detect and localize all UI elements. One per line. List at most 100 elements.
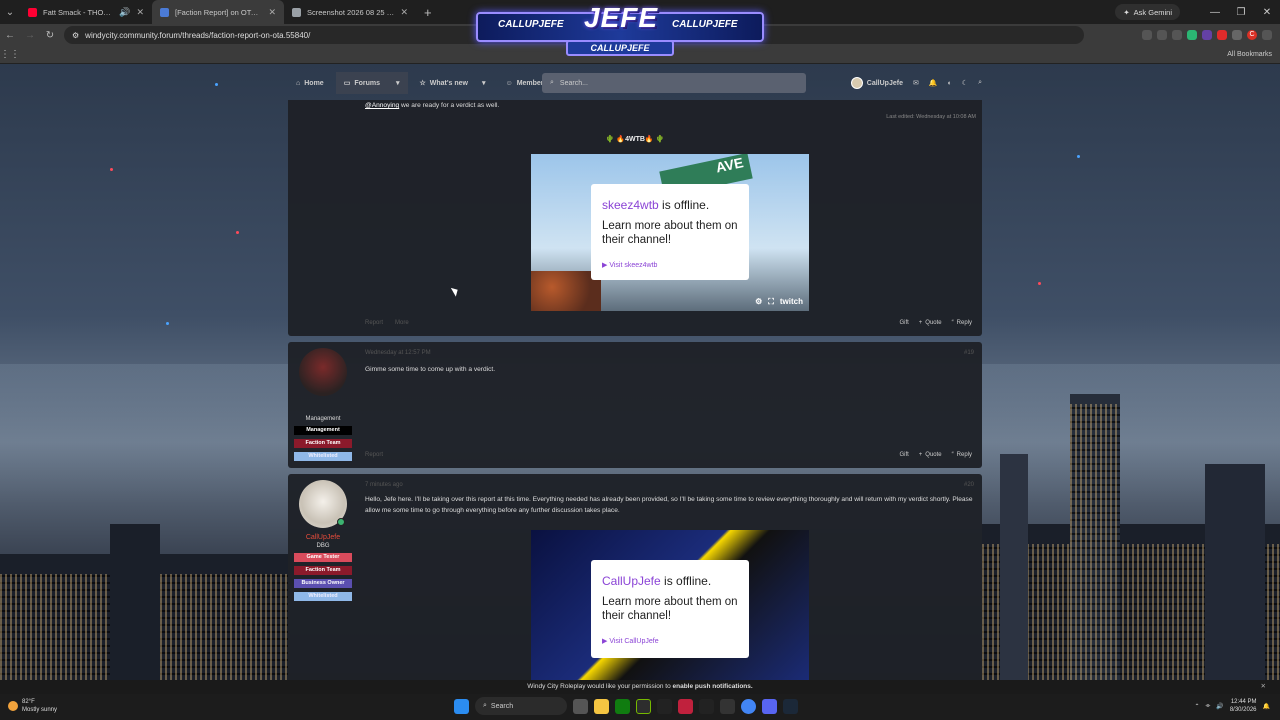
visit-channel-link[interactable]: ▶ Visit CallUpJefe (602, 637, 738, 645)
zenless-icon[interactable] (678, 698, 693, 714)
forum-search-input[interactable]: ⌕ Search... (542, 73, 806, 93)
restore-icon[interactable]: ❐ (1228, 7, 1254, 18)
bookmark-star-icon[interactable] (1172, 30, 1182, 40)
windows-start-icon[interactable] (454, 698, 469, 714)
post-2-date[interactable]: Wednesday at 12:57 PM (365, 350, 431, 356)
close-tab-icon[interactable]: ✕ (400, 7, 408, 18)
zoom-icon[interactable] (1142, 30, 1152, 40)
extension-green-icon[interactable] (1187, 30, 1197, 40)
extension-icons: C (1142, 24, 1280, 46)
taskbar-clock[interactable]: 12:44 PM 8/30/2026 (1230, 698, 1257, 714)
twitch-embed-skeez4wtb[interactable]: AVE skeez4wtb is offline. Learn more abo… (531, 154, 809, 311)
offline-status: is offline. (658, 198, 710, 212)
taskbar-search[interactable]: ⌕ Search (475, 697, 567, 715)
speaker-icon[interactable]: 🔊 (119, 7, 130, 18)
tab-youtube[interactable]: Fatt Smack - THOMASVILLE 🔊 ✕ (20, 0, 152, 24)
obs-icon[interactable] (720, 698, 735, 714)
twitch-logo[interactable]: twitch (780, 297, 803, 307)
post-3-date[interactable]: 7 minutes ago (365, 482, 403, 488)
offline-status: is offline. (660, 574, 712, 588)
chevron-down-icon[interactable]: ▾ (482, 79, 486, 87)
back-icon[interactable]: ← (0, 30, 20, 41)
reply-icon: “ (951, 320, 954, 326)
tab-search-icon[interactable]: ⌄ (0, 7, 20, 18)
tab-screenshot[interactable]: Screenshot 2026 08 25 100543 ✕ (284, 0, 416, 24)
nav-whats-new[interactable]: ☆ What's new ▾ (412, 72, 494, 94)
gift-label: Gift (899, 320, 909, 326)
chevron-down-icon[interactable]: ▾ (396, 79, 400, 87)
style-toggle-icon[interactable]: ◐ (948, 80, 952, 87)
mention-link[interactable]: @Annoying (365, 102, 399, 109)
ask-gemini-button[interactable]: ✦ Ask Gemini (1115, 4, 1180, 20)
window-controls: — ❐ ✕ (1202, 0, 1280, 24)
extensions-puzzle-icon[interactable] (1232, 30, 1242, 40)
search-icon[interactable]: ⌕ (978, 79, 982, 87)
twitch-embed-callupjefe[interactable]: CallUpJefe is offline. Learn more about … (531, 530, 809, 687)
capcut-icon[interactable] (657, 698, 672, 714)
apps-grid-icon[interactable]: ⋮⋮ (0, 49, 20, 60)
weather-widget[interactable]: 82°F Mostly sunny (8, 698, 57, 714)
tab-faction-report[interactable]: [Faction Report] on OTA | Windy City ✕ (152, 0, 284, 24)
reply-button[interactable]: “Reply (952, 320, 972, 326)
fullscreen-icon[interactable]: ⛶ (768, 297, 774, 307)
cast-icon[interactable] (1157, 30, 1167, 40)
new-tab-button[interactable]: + (416, 5, 440, 20)
site-info-icon[interactable]: ⚙ (72, 31, 79, 40)
account-username[interactable]: CallUpJefe (867, 80, 903, 87)
account-avatar[interactable] (850, 77, 863, 89)
more-link[interactable]: More (395, 320, 409, 326)
gift-button[interactable]: Gift (899, 452, 908, 458)
all-bookmarks-button[interactable]: All Bookmarks (1227, 51, 1272, 58)
extension-purple-icon[interactable] (1202, 30, 1212, 40)
settings-icon[interactable]: ⚙ (755, 297, 762, 307)
nav-home[interactable]: ⌂ Home (288, 72, 332, 94)
forward-icon[interactable]: → (20, 30, 40, 41)
menu-icon[interactable] (1262, 30, 1272, 40)
nav-forums[interactable]: ▭ Forums ▾ (335, 72, 408, 94)
user-avatar[interactable] (299, 348, 347, 396)
close-window-icon[interactable]: ✕ (1254, 7, 1280, 18)
steam-icon[interactable] (783, 698, 798, 714)
visit-channel-link[interactable]: ▶ Visit skeez4wtb (602, 261, 738, 269)
inbox-icon[interactable]: ✉ (913, 79, 919, 87)
nvidia-icon[interactable] (636, 698, 651, 714)
user-avatar[interactable] (299, 480, 347, 528)
task-view-icon[interactable] (573, 698, 588, 714)
discord-icon[interactable] (762, 698, 777, 714)
close-tab-icon[interactable]: ✕ (268, 7, 276, 18)
quote-button[interactable]: + Quote (919, 452, 942, 458)
close-tab-icon[interactable]: ✕ (136, 7, 144, 18)
capcut-alt-icon[interactable] (699, 698, 714, 714)
post-2-user: Management Management Faction Team White… (288, 342, 358, 461)
banner-right-handle: CALLUPJEFE (672, 19, 738, 30)
quote-button[interactable]: + Quote (919, 320, 942, 326)
post-2-number[interactable]: #19 (964, 350, 974, 356)
volume-icon[interactable]: 🔊 (1216, 703, 1223, 710)
network-icon[interactable]: ⌯ (1206, 703, 1211, 710)
notification-bell-icon[interactable]: 🔔 (1263, 703, 1270, 710)
offline-heading: CallUpJefe is offline. (602, 574, 738, 588)
minimize-icon[interactable]: — (1202, 7, 1228, 18)
close-notification-icon[interactable]: ✕ (1261, 680, 1266, 694)
chevron-up-icon[interactable]: ⌃ (1194, 703, 1199, 710)
reply-button[interactable]: “Reply (952, 452, 972, 458)
chrome-icon[interactable] (741, 698, 756, 714)
xbox-icon[interactable] (615, 698, 630, 714)
profile-avatar-icon[interactable]: C (1247, 30, 1257, 40)
confetti-dot (215, 83, 218, 86)
username-link[interactable]: CallUpJefe (288, 534, 358, 541)
file-explorer-icon[interactable] (594, 698, 609, 714)
reload-icon[interactable]: ↻ (40, 30, 60, 41)
extension-red-icon[interactable] (1217, 30, 1227, 40)
report-link[interactable]: Report (365, 320, 383, 326)
moon-icon[interactable]: ☾ (962, 79, 968, 87)
tab-title: Fatt Smack - THOMASVILLE (43, 7, 114, 17)
enable-notifications-link[interactable]: enable push notifications. (673, 683, 753, 690)
bell-icon[interactable]: 🔔 (929, 79, 938, 87)
post-3-number[interactable]: #20 (964, 482, 974, 488)
gift-button[interactable]: Gift (899, 320, 908, 326)
reply-label: Reply (956, 320, 972, 326)
learn-more-text: Learn more about them on their channel! (602, 220, 738, 246)
post-2-body: Gimme some time to come up with a verdic… (365, 366, 496, 373)
report-link[interactable]: Report (365, 452, 383, 458)
